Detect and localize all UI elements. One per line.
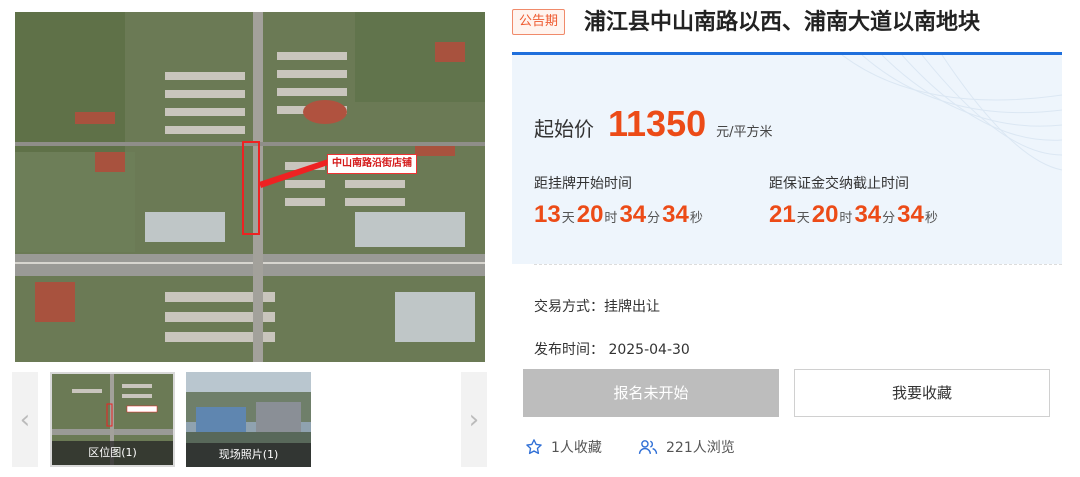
countdown-minutes: 34 — [854, 201, 882, 228]
chevron-left-icon: ‹ — [19, 404, 31, 435]
gallery-prev-button[interactable]: ‹ — [12, 372, 38, 467]
countdown-hours: 20 — [811, 201, 839, 228]
publish-time: 发布时间： 2025-04-30 — [534, 339, 690, 359]
unit-day: 天 — [796, 211, 810, 226]
countdown-hours: 20 — [576, 201, 604, 228]
users-icon — [638, 440, 658, 454]
decorative-wave-pattern — [841, 55, 1062, 171]
star-icon — [526, 439, 542, 455]
thumbnail-location-map[interactable]: 区位图(1) — [50, 372, 175, 467]
price-panel: 起始价 11350 元/平方米 距挂牌开始时间 13 天 20 时 34 分 34 秒 … — [512, 52, 1062, 264]
status-badge: 公告期 — [512, 9, 566, 35]
starting-price: 起始价 11350 元/平方米 — [534, 103, 773, 145]
publish-label: 发布时间： — [534, 342, 604, 358]
map-parcel-label: 中山南路沿街店铺 — [327, 154, 417, 174]
thumbnail-caption: 区位图(1) — [52, 441, 173, 465]
favorites-text: 1人收藏 — [551, 440, 602, 456]
unit-minute: 分 — [882, 211, 896, 226]
publish-date: 2025-04-30 — [608, 342, 690, 358]
favorite-button[interactable]: 我要收藏 — [794, 369, 1050, 417]
unit-hour: 时 — [604, 211, 618, 226]
price-label: 起始价 — [534, 117, 594, 141]
countdown-minutes: 34 — [619, 201, 647, 228]
countdown-days: 13 — [534, 201, 561, 228]
signup-button[interactable]: 报名未开始 — [523, 369, 779, 417]
unit-day: 天 — [561, 211, 575, 226]
unit-second: 秒 — [924, 211, 938, 226]
countdown-seconds: 34 — [897, 201, 924, 228]
countdown-deposit-label: 距保证金交纳截止时间 — [769, 176, 909, 192]
thumbnail-site-photo[interactable]: 现场照片(1) — [186, 372, 311, 467]
chevron-right-icon: › — [468, 404, 480, 435]
thumbnail-caption: 现场照片(1) — [186, 443, 311, 467]
divider — [534, 264, 1062, 265]
countdown-listing-label: 距挂牌开始时间 — [534, 176, 632, 192]
trade-mode: 交易方式：挂牌出让 — [534, 299, 660, 315]
page-title: 浦江县中山南路以西、浦南大道以南地块 — [584, 9, 981, 34]
countdown-days: 21 — [769, 201, 796, 228]
main-aerial-image[interactable]: 中山南路沿街店铺 — [15, 12, 485, 362]
land-listing-page: 中山南路沿街店铺 ‹ 区位图(1) 现场照片(1) › 公告期 浦江县中山南路以… — [0, 0, 1080, 477]
views-count: 221人浏览 — [638, 437, 735, 457]
countdown-deposit: 21 天 20 时 34 分 34 秒 — [769, 201, 940, 229]
countdown-seconds: 34 — [662, 201, 689, 228]
unit-hour: 时 — [839, 211, 853, 226]
price-value: 11350 — [608, 103, 707, 144]
favorites-count[interactable]: 1人收藏 — [525, 437, 602, 457]
views-text: 221人浏览 — [666, 440, 735, 456]
aerial-map-graphic — [15, 12, 485, 362]
unit-minute: 分 — [647, 211, 661, 226]
countdown-listing: 13 天 20 时 34 分 34 秒 — [534, 201, 705, 229]
unit-second: 秒 — [689, 211, 703, 226]
price-unit: 元/平方米 — [716, 125, 773, 140]
gallery-next-button[interactable]: › — [461, 372, 487, 467]
